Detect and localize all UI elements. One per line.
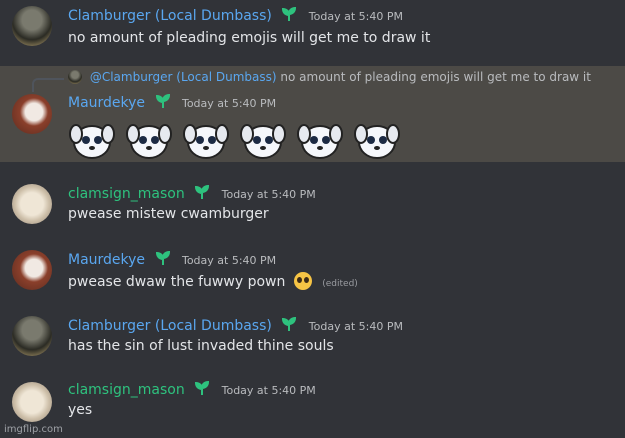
sprout-icon xyxy=(195,184,210,199)
edited-label: (edited) xyxy=(322,279,358,289)
watermark: imgflip.com xyxy=(4,424,63,435)
sprout-icon xyxy=(195,380,210,395)
reply-mention[interactable]: @Clamburger (Local Dumbass) xyxy=(90,70,277,84)
username[interactable]: Maurdekye xyxy=(68,95,145,111)
reply-text: no amount of pleading emojis will get me… xyxy=(280,70,591,84)
timestamp[interactable]: Today at 5:40 PM xyxy=(309,10,403,23)
username[interactable]: Maurdekye xyxy=(68,252,145,268)
pleading-dog-emoji-icon[interactable] xyxy=(182,114,230,162)
message-text: pwease dwaw the fuwwy pown xyxy=(68,274,286,290)
username[interactable]: clamsign_mason xyxy=(68,382,185,398)
pleading-dog-emoji-icon[interactable] xyxy=(239,114,287,162)
message-text: no amount of pleading emojis will get me… xyxy=(68,30,431,46)
avatar[interactable] xyxy=(12,94,52,134)
timestamp[interactable]: Today at 5:40 PM xyxy=(182,254,276,267)
timestamp[interactable]: Today at 5:40 PM xyxy=(222,384,316,397)
pleading-dog-emoji-icon[interactable] xyxy=(353,114,401,162)
username[interactable]: Clamburger (Local Dumbass) xyxy=(68,8,272,24)
message-1: Clamburger (Local Dumbass) Today at 5:40… xyxy=(0,0,625,60)
reply-preview[interactable]: @Clamburger (Local Dumbass) no amount of… xyxy=(68,70,591,84)
pleading-dog-emoji-icon[interactable] xyxy=(68,114,116,162)
avatar[interactable] xyxy=(12,382,52,422)
sprout-icon xyxy=(155,93,170,108)
pleading-face-icon[interactable] xyxy=(293,272,312,290)
avatar[interactable] xyxy=(12,316,52,356)
pleading-dog-emoji-icon[interactable] xyxy=(125,114,173,162)
sprout-icon xyxy=(282,6,297,21)
message-5: Clamburger (Local Dumbass) Today at 5:40… xyxy=(0,310,625,370)
timestamp[interactable]: Today at 5:40 PM xyxy=(309,320,403,333)
username[interactable]: Clamburger (Local Dumbass) xyxy=(68,318,272,334)
message-2: @Clamburger (Local Dumbass) no amount of… xyxy=(0,66,625,162)
avatar[interactable] xyxy=(12,184,52,224)
message-3: clamsign_mason Today at 5:40 PM pwease m… xyxy=(0,178,625,238)
emoji-row xyxy=(68,114,405,162)
message-text: pwease mistew cwamburger xyxy=(68,206,269,222)
message-text: yes xyxy=(68,402,93,418)
timestamp[interactable]: Today at 5:40 PM xyxy=(182,97,276,110)
username[interactable]: clamsign_mason xyxy=(68,186,185,202)
message-4: Maurdekye Today at 5:40 PM pwease dwaw t… xyxy=(0,244,625,304)
message-6: clamsign_mason Today at 5:40 PM yes xyxy=(0,376,625,438)
avatar[interactable] xyxy=(12,6,52,46)
sprout-icon xyxy=(155,250,170,265)
avatar[interactable] xyxy=(12,250,52,290)
reply-connector xyxy=(32,78,64,92)
reply-avatar xyxy=(68,70,82,84)
message-text: has the sin of lust invaded thine souls xyxy=(68,338,334,354)
timestamp[interactable]: Today at 5:40 PM xyxy=(222,188,316,201)
pleading-dog-emoji-icon[interactable] xyxy=(296,114,344,162)
sprout-icon xyxy=(282,316,297,331)
